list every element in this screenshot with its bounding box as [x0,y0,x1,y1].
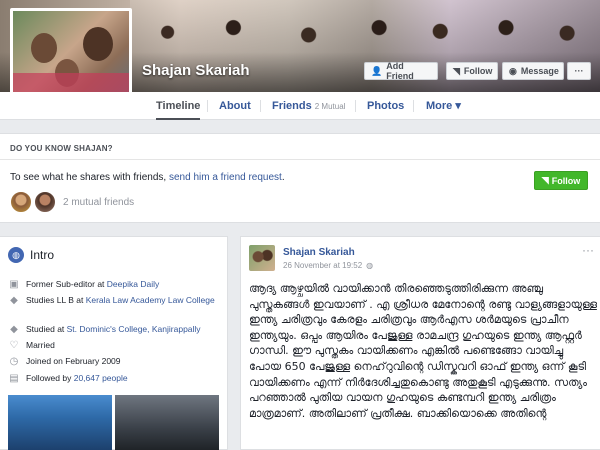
globe-icon: ◍ [8,247,24,263]
post-author[interactable]: Shajan Skariah [283,247,355,258]
more-options-button[interactable]: ··· [567,62,591,80]
follow-green-button[interactable]: ◥ Follow [534,171,588,190]
profile-nav: Timeline About Friends 2 Mutual Photos Mo… [0,92,600,120]
followers-icon: ▤ [9,373,19,384]
tab-photos[interactable]: Photos [367,92,404,120]
rss-icon: ◥ [541,175,549,185]
profile-name[interactable]: Shajan Skariah [142,62,250,79]
intro-item-studied: ◆ Studied at St. Dominic's College, Kanj… [8,324,220,335]
tab-timeline[interactable]: Timeline [156,92,201,120]
intro-item-relationship: ♡ Married [9,340,55,351]
add-friend-icon: 👤 [371,65,383,76]
intro-photos [8,395,219,450]
friends-count: 2 Mutual [314,102,346,111]
send-friend-request-link[interactable]: send him a friend request [169,172,282,183]
featured-photo[interactable] [8,395,112,450]
clock-icon: ◷ [9,356,19,367]
post-options-icon[interactable]: ··· [582,243,594,257]
globe-icon: ◍ [366,261,374,270]
intro-card: ◍ Intro ▣ Former Sub-editor at Deepika D… [0,236,228,450]
message-button[interactable]: ◉ Message [502,62,564,80]
follow-button[interactable]: ◥ Follow [446,62,498,80]
add-friend-button[interactable]: 👤 Add Friend [364,61,438,81]
tab-friends[interactable]: Friends 2 Mutual [272,92,345,120]
intro-item-work: ▣ Former Sub-editor at Deepika Daily [9,279,160,290]
featured-photo[interactable] [115,395,219,450]
graduation-cap-icon: ◆ [10,295,18,306]
intro-item-joined: ◷ Joined on February 2009 [9,356,121,367]
tab-more[interactable]: More ▾ [426,92,461,120]
graduation-cap-icon: ◆ [10,324,18,335]
avatar[interactable] [34,191,56,213]
avatar[interactable] [249,245,275,271]
do-you-know-heading: DO YOU KNOW SHAJAN? [10,144,113,153]
intro-item-studies: ◆ Studies LL B at Kerala Law Academy Law… [8,295,220,306]
intro-title: Intro [30,248,55,262]
messenger-icon: ◉ [509,65,517,76]
do-you-know-card: DO YOU KNOW SHAJAN? To see what he share… [0,133,600,223]
briefcase-icon: ▣ [9,279,19,290]
rss-icon: ◥ [453,65,460,76]
mutual-friends-link[interactable]: 2 mutual friends [63,197,134,208]
tab-about[interactable]: About [219,92,251,120]
heart-icon: ♡ [9,340,19,351]
post-text: ആദ്യ ആഴ്ചയിൽ വായിക്കാൻ തിരഞ്ഞെടുത്തിരിക്… [249,282,598,420]
mutual-friends-avatars[interactable] [10,191,56,213]
timeline-post: Shajan Skariah 26 November at 19:52 ◍ ··… [240,236,600,450]
avatar[interactable] [10,191,32,213]
friend-request-prompt: To see what he shares with friends, send… [10,172,285,183]
post-timestamp: 26 November at 19:52 ◍ [283,261,374,270]
intro-item-followers: ▤ Followed by 20,647 people [9,373,128,384]
